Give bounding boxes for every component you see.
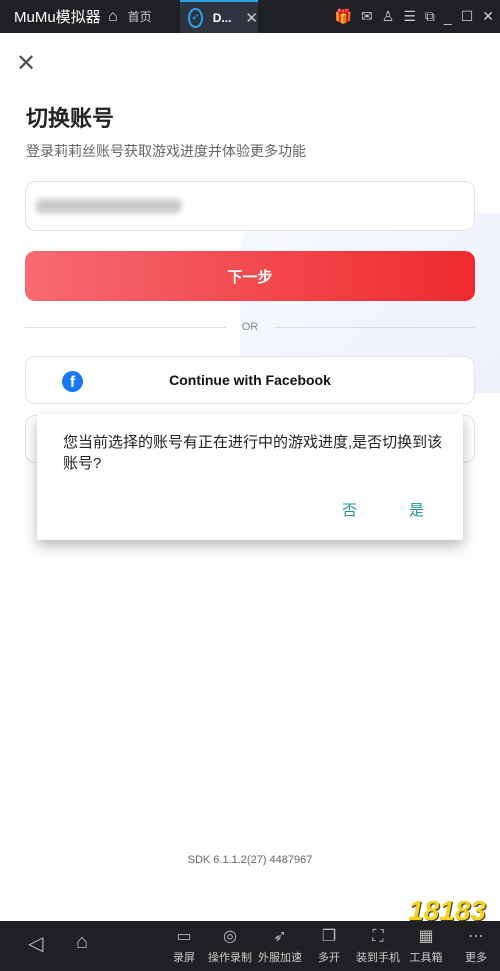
tab-home[interactable]: 首页 — [128, 8, 168, 25]
app-name: MuMu模拟器 — [14, 9, 101, 26]
mail-icon[interactable]: ✉ — [361, 8, 373, 25]
title-bar: MuMu模拟器 ⌂ 首页 ➶ D... ✕ 🎁 ✉ ♙ ☰ ⧉ _ ☐ ✕ — [0, 0, 500, 33]
gift-icon[interactable]: 🎁 — [335, 8, 352, 25]
maximize-icon[interactable]: ☐ — [461, 8, 474, 25]
blurred-account-value — [36, 199, 181, 213]
page-title: 切换账号 — [26, 106, 115, 131]
facebook-login-button[interactable]: f Continue with Facebook — [25, 356, 475, 404]
tool-accelerator[interactable]: ➶ 外服加速 — [258, 925, 302, 965]
page-subtitle: 登录莉莉丝账号获取游戏进度并体验更多功能 — [26, 143, 306, 159]
tool-more[interactable]: ⋯ 更多 — [454, 925, 498, 965]
home-icon[interactable]: ⌂ — [108, 8, 118, 26]
minimize-icon[interactable]: _ — [444, 9, 452, 25]
tool-label: 多开 — [318, 952, 340, 964]
menu-icon[interactable]: ☰ — [403, 8, 416, 25]
facebook-label: Continue with Facebook — [169, 372, 331, 388]
tool-label: 操作录制 — [208, 952, 252, 964]
scan-icon: ⛶ — [372, 928, 384, 945]
account-input[interactable] — [25, 181, 475, 231]
close-tab-icon[interactable]: ✕ — [245, 9, 258, 27]
tool-label: 更多 — [465, 952, 487, 964]
user-icon[interactable]: ♙ — [382, 8, 395, 25]
close-icon[interactable]: ✕ — [16, 49, 36, 78]
close-window-icon[interactable]: ✕ — [482, 8, 494, 25]
next-button[interactable]: 下一步 — [25, 251, 475, 301]
tab-active-game[interactable]: ➶ D... ✕ — [180, 0, 258, 33]
back-icon[interactable]: ◁ — [28, 931, 43, 956]
yes-button[interactable]: 是 — [409, 499, 424, 520]
toolbox-icon: ▦ — [418, 928, 434, 945]
tool-multi-instance[interactable]: ❐ 多开 — [307, 925, 351, 965]
resize-icon[interactable]: ⧉ — [425, 8, 435, 25]
app-content: ✕ 切换账号 登录莉莉丝账号获取游戏进度并体验更多功能 下一步 OR f Con… — [0, 33, 500, 921]
tool-toolbox[interactable]: ▦ 工具箱 — [404, 925, 448, 965]
tool-label: 工具箱 — [409, 952, 443, 964]
rocket-icon: ➶ — [188, 7, 203, 28]
no-button[interactable]: 否 — [342, 499, 357, 520]
facebook-icon: f — [62, 371, 83, 392]
multi-window-icon: ❐ — [321, 928, 337, 945]
or-divider: OR — [25, 319, 475, 335]
video-icon: ▭ — [176, 928, 192, 945]
bottom-toolbar: ◁ ⌂ ▭ 录屏 ◎ 操作录制 ➶ 外服加速 ❐ 多开 ⛶ 装到手机 ▦ 工具箱 ⋯ 更多 — [0, 921, 500, 971]
switch-account-dialog: 您当前选择的账号有正在进行中的游戏进度,是否切换到该账号? 否 是 — [37, 414, 463, 540]
tool-label: 装到手机 — [356, 952, 400, 964]
home-nav-icon[interactable]: ⌂ — [76, 931, 88, 954]
rocket-icon: ➶ — [273, 928, 287, 945]
tool-macro-record[interactable]: ◎ 操作录制 — [208, 925, 252, 965]
more-icon: ⋯ — [468, 928, 484, 945]
tool-label: 外服加速 — [258, 952, 302, 964]
sdk-version: SDK 6.1.1.2(27) 4487967 — [187, 854, 313, 866]
watermark-logo: 18183 — [408, 895, 486, 926]
tool-label: 录屏 — [173, 952, 195, 964]
tool-record-screen[interactable]: ▭ 录屏 — [162, 925, 206, 965]
or-label: OR — [241, 321, 259, 333]
dialog-message: 您当前选择的账号有正在进行中的游戏进度,是否切换到该账号? — [63, 434, 443, 472]
tool-install-phone[interactable]: ⛶ 装到手机 — [356, 925, 400, 965]
mouse-record-icon: ◎ — [223, 928, 237, 945]
tab-label: D... — [212, 10, 232, 25]
